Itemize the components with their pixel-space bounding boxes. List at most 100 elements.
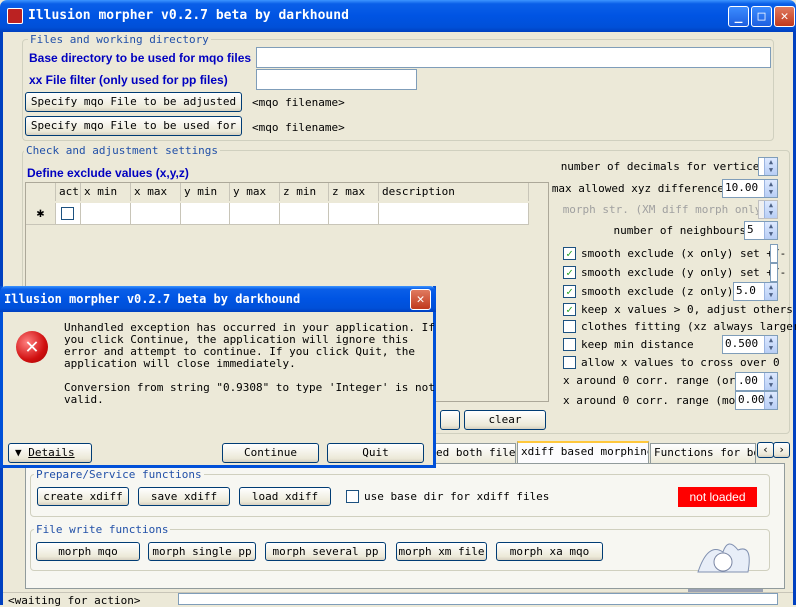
smooth-y-spinner[interactable] (770, 263, 778, 282)
smooth-z-spinner-arrows[interactable]: ▲ ▼ (764, 283, 777, 300)
morph-mqo-button[interactable]: morph mqo (36, 542, 140, 561)
col-header-z-min[interactable]: z min (280, 183, 329, 201)
exclude-title: Define exclude values (x,y,z) (27, 166, 189, 180)
tab-xdiff-morphing[interactable]: xdiff based morphing (517, 441, 649, 463)
xx-filter-input[interactable] (256, 69, 417, 90)
prepare-group-legend: Prepare/Service functions (34, 468, 204, 481)
decimals-spinner-arrows[interactable]: ▲ ▼ (764, 158, 777, 175)
mqo-filename-used-for: <mqo filename> (252, 121, 345, 134)
base-dir-label: Base directory to be used for mqo files (29, 51, 252, 65)
clear-button[interactable]: clear (464, 410, 546, 430)
window-title: Illusion morpher v0.2.7 beta by darkhoun… (28, 8, 349, 23)
create-xdiff-button[interactable]: create xdiff (37, 487, 129, 506)
status-badge: not loaded (678, 487, 757, 507)
clothes-checkbox[interactable] (563, 320, 576, 333)
smooth-y-label: smooth exclude (y only) set +/- (581, 266, 787, 279)
title-bar[interactable]: Illusion morpher v0.2.7 beta by darkhoun… (0, 0, 796, 32)
smooth-z-spinner[interactable]: 5.0 ▲ ▼ (733, 282, 778, 301)
xx-filter-label: xx File filter (only used for pp files) (29, 73, 228, 87)
specify-used-for-button[interactable]: Specify mqo File to be used for (25, 116, 242, 136)
smooth-z-checkbox[interactable]: ✓ (563, 285, 576, 298)
corr-morph-value: 0.00 (738, 393, 765, 406)
minimize-button[interactable]: _ (728, 6, 749, 27)
act-checkbox[interactable] (61, 207, 74, 220)
smooth-y-checkbox[interactable]: ✓ (563, 266, 576, 279)
dialog-detail-line-1: Conversion from string "0.9308" to type … (64, 381, 435, 394)
mqo-filename-adjusted: <mqo filename> (252, 96, 345, 109)
cell-y-max[interactable] (230, 203, 280, 225)
tab-functions-both[interactable]: Functions for bo (650, 443, 756, 463)
corr-morph-spinner[interactable]: 0.00 ▲ ▼ (735, 391, 778, 410)
morph-several-pp-button[interactable]: morph several pp (265, 542, 386, 561)
continue-button[interactable]: Continue (222, 443, 319, 463)
load-xdiff-button[interactable]: load xdiff (239, 487, 331, 506)
cell-z-max[interactable] (329, 203, 379, 225)
col-header-x-min[interactable]: x min (81, 183, 131, 201)
corr-orig-spinner[interactable]: .00 ▲ ▼ (735, 372, 778, 391)
chevron-down-icon: ▼ (15, 446, 22, 459)
morph-single-pp-button[interactable]: morph single pp (148, 542, 256, 561)
decimals-spinner[interactable]: ▲ ▼ (758, 157, 778, 176)
dialog-title-bar[interactable]: Illusion morpher v0.2.7 beta by darkhoun… (0, 286, 436, 312)
use-base-dir-label: use base dir for xdiff files (364, 490, 550, 503)
col-header-z-max[interactable]: z max (329, 183, 379, 201)
quit-button[interactable]: Quit (327, 443, 424, 463)
tab-both-files[interactable]: ed both files (432, 443, 516, 463)
morph-xa-mqo-button[interactable]: morph xa mqo (496, 542, 603, 561)
error-icon: ✕ (16, 331, 48, 363)
smooth-x-spinner[interactable] (770, 244, 778, 263)
max-diff-spinner-arrows[interactable]: ▲ ▼ (764, 180, 777, 197)
save-xdiff-button[interactable]: save xdiff (138, 487, 230, 506)
keep-min-spinner-arrows[interactable]: ▲ ▼ (764, 336, 777, 353)
cell-x-min[interactable] (81, 203, 131, 225)
dialog-close-button[interactable]: ✕ (410, 289, 431, 310)
maximize-button[interactable]: □ (751, 6, 772, 27)
allow-cross-checkbox[interactable] (563, 356, 576, 369)
col-header-description[interactable]: description (379, 183, 529, 201)
keep-min-checkbox[interactable] (563, 338, 576, 351)
decimals-label: number of decimals for vertices (560, 160, 766, 173)
error-dialog (0, 286, 436, 468)
close-button[interactable]: ✕ (774, 6, 795, 27)
status-text: <waiting for action> (8, 594, 141, 607)
base-dir-input[interactable] (256, 47, 771, 68)
smooth-z-label: smooth exclude (z only) s (581, 285, 747, 298)
col-header-y-min[interactable]: y min (181, 183, 230, 201)
corr-orig-spinner-arrows[interactable]: ▲ ▼ (764, 373, 777, 390)
corr-morph-label: x around 0 corr. range (morph (563, 394, 756, 407)
cell-z-min[interactable] (280, 203, 329, 225)
app-icon (7, 8, 23, 24)
new-row-marker: ✱ (26, 203, 56, 225)
corr-orig-value: .00 (738, 374, 758, 387)
col-header-y-max[interactable]: y max (230, 183, 280, 201)
smooth-z-value: 5.0 (736, 284, 756, 297)
cell-description[interactable] (379, 203, 529, 225)
dialog-detail-line-2: valid. (64, 393, 104, 406)
neighbours-spinner-arrows[interactable]: ▲ ▼ (764, 222, 777, 239)
neighbours-label: number of neighbours (613, 224, 746, 237)
cell-x-max[interactable] (131, 203, 181, 225)
morph-xm-file-button[interactable]: morph xm file (396, 542, 487, 561)
keep-x-label: keep x values > 0, adjust others (581, 303, 793, 316)
smooth-x-checkbox[interactable]: ✓ (563, 247, 576, 260)
cell-act[interactable] (56, 203, 81, 225)
dialog-message-line-4: application will close immediately. (64, 357, 296, 370)
col-header-x-max[interactable]: x max (131, 183, 181, 201)
tab-scroll-right-icon[interactable]: › (773, 442, 790, 458)
cell-y-min[interactable] (181, 203, 230, 225)
check-group-legend: Check and adjustment settings (24, 144, 221, 157)
col-header-act[interactable]: act (56, 183, 81, 201)
use-base-dir-checkbox[interactable] (346, 490, 359, 503)
hidden-button-fragment[interactable] (440, 410, 460, 430)
tab-scroll-left-icon[interactable]: ‹ (757, 442, 774, 458)
neighbours-spinner[interactable]: 5 ▲ ▼ (744, 221, 778, 240)
corr-morph-spinner-arrows[interactable]: ▲ ▼ (764, 392, 777, 409)
row-header (26, 183, 56, 201)
files-group-legend: Files and working directory (28, 33, 211, 46)
keep-min-spinner[interactable]: 0.500 ▲ ▼ (722, 335, 778, 354)
details-button[interactable]: ▼ Details (8, 443, 92, 463)
specify-adjusted-button[interactable]: Specify mqo File to be adjusted (25, 92, 242, 112)
keep-min-label: keep min distance (581, 338, 694, 351)
keep-x-checkbox[interactable]: ✓ (563, 303, 576, 316)
max-diff-spinner[interactable]: 10.00 ▲ ▼ (722, 179, 778, 198)
